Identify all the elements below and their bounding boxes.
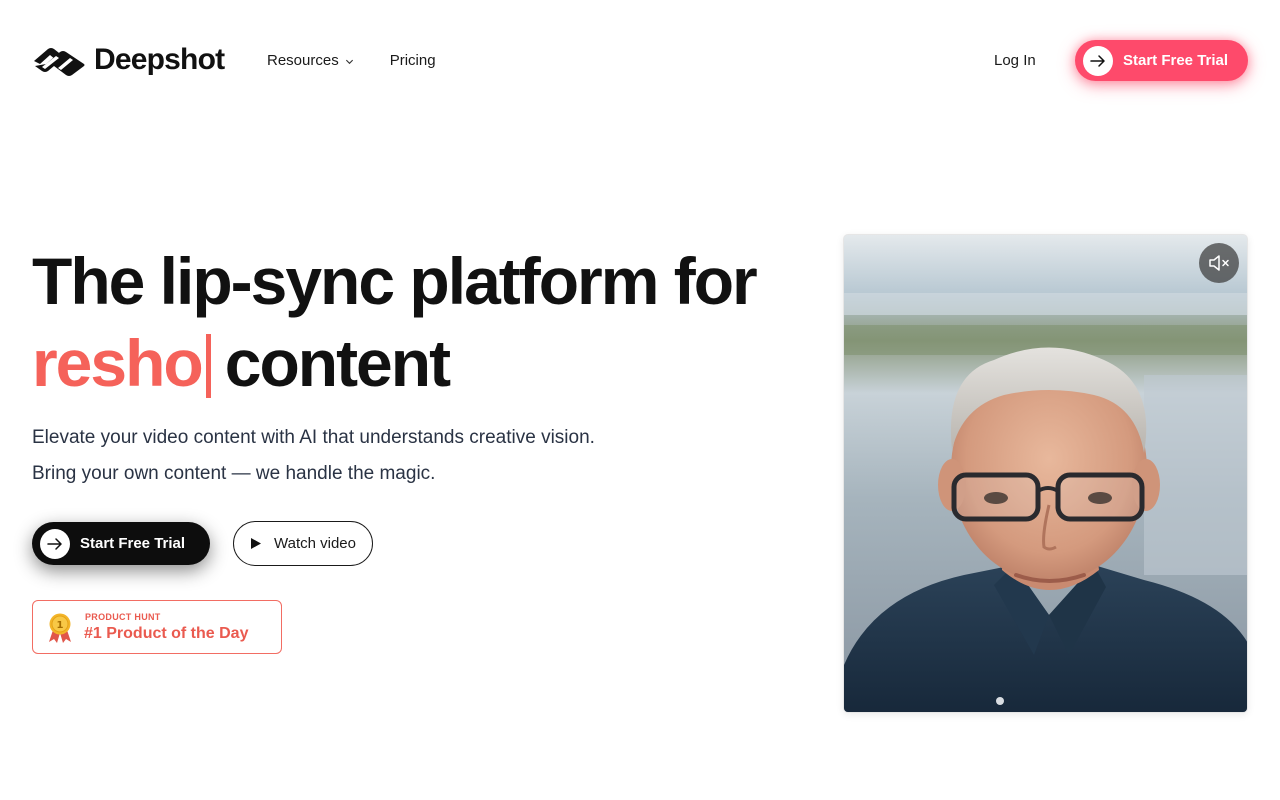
- brand-name: Deepshot: [94, 43, 225, 76]
- arrow-circle: [1083, 45, 1113, 76]
- arrow-right-icon: [47, 537, 62, 550]
- nav-pricing[interactable]: Pricing: [390, 51, 436, 71]
- nav-resources[interactable]: Resources: [267, 51, 354, 71]
- hero-title-line1: The lip-sync platform for: [32, 244, 758, 318]
- speaker-muted-icon: [1209, 255, 1229, 271]
- watch-video-button[interactable]: Watch video: [233, 521, 373, 566]
- product-hunt-title: #1 Product of the Day: [84, 625, 249, 642]
- start-free-trial-label: Start Free Trial: [80, 535, 186, 552]
- video-frame-illustration: [844, 235, 1247, 712]
- typing-caret: [205, 334, 211, 398]
- play-icon: [251, 538, 261, 549]
- header-start-free-trial-button[interactable]: Start Free Trial: [1075, 40, 1248, 81]
- header-cta-label: Start Free Trial: [1123, 52, 1229, 69]
- nav-resources-label: Resources: [267, 52, 339, 69]
- arrow-circle: [40, 528, 70, 559]
- chevron-down-icon: [345, 59, 353, 64]
- mute-toggle-button[interactable]: [1199, 243, 1239, 283]
- demo-video[interactable]: [843, 234, 1248, 713]
- hero-title-suffix: content: [224, 326, 451, 400]
- site-header: Deepshot Resources Pricing Log In Start …: [0, 0, 1280, 120]
- main-nav: Resources Pricing: [267, 51, 436, 71]
- hero-subtitle-line2: Bring your own content — we handle the m…: [32, 463, 436, 484]
- medal-icon: 1: [49, 613, 71, 643]
- typed-word: resho: [32, 326, 204, 400]
- arrow-right-icon: [1090, 54, 1105, 67]
- hero-title-line2: resho content: [32, 322, 822, 404]
- hero-title: The lip-sync platform for resho content: [32, 240, 822, 404]
- hero-subtitle-line1: Elevate your video content with AI that …: [32, 427, 595, 448]
- deepshot-logo-icon: [34, 48, 85, 76]
- nav-pricing-label: Pricing: [389, 52, 436, 69]
- watch-video-label: Watch video: [274, 535, 356, 552]
- login-link[interactable]: Log In: [994, 51, 1036, 71]
- medal-rank: 1: [57, 620, 64, 631]
- product-hunt-kicker: PRODUCT HUNT: [85, 612, 161, 622]
- brand-logo[interactable]: Deepshot: [32, 43, 225, 76]
- hero-subtitle: Elevate your video content with AI that …: [32, 420, 595, 492]
- product-hunt-badge[interactable]: 1 PRODUCT HUNT #1 Product of the Day: [32, 600, 282, 654]
- start-free-trial-button[interactable]: Start Free Trial: [32, 522, 210, 565]
